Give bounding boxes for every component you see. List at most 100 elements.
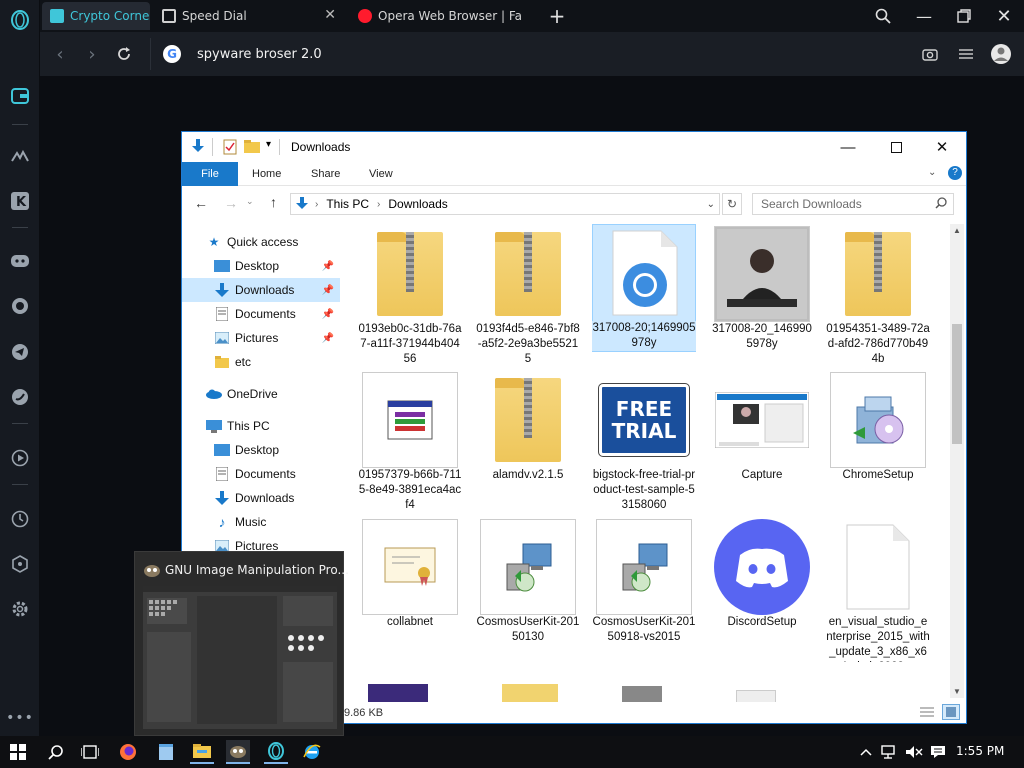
snapshot-camera-icon[interactable] <box>918 42 942 66</box>
minimize-icon[interactable]: — <box>828 136 868 158</box>
forward-arrow-icon[interactable]: → <box>224 195 238 211</box>
gimp-icon[interactable] <box>226 740 250 764</box>
reload-icon[interactable] <box>112 42 136 66</box>
discord-icon[interactable] <box>8 249 32 273</box>
ribbon-tab-share[interactable]: Share <box>311 162 340 186</box>
chevron-down-icon[interactable]: ⌄ <box>707 199 715 210</box>
settings-gear-icon[interactable] <box>8 597 32 621</box>
file-explorer-icon[interactable] <box>190 740 214 764</box>
tab-speed-dial[interactable]: Speed Dial ✕ <box>154 2 344 30</box>
taskbar-clock[interactable]: 1:55 PM <box>956 744 1004 758</box>
address-bar[interactable]: G spyware broser 2.0 <box>150 38 910 70</box>
opera-gx-icon[interactable] <box>264 740 288 764</box>
scroll-down-icon[interactable]: ▼ <box>953 687 961 696</box>
nav-downloads[interactable]: Downloads 📌 <box>182 278 340 302</box>
file-item[interactable]: CosmosUserKit-20150130 <box>476 519 580 645</box>
scrollbar-thumb[interactable] <box>952 324 962 444</box>
nav-this-pc[interactable]: This PC <box>182 414 340 438</box>
file-item[interactable]: alamdv.v2.1.5 <box>476 372 580 483</box>
ribbon-tab-home[interactable]: Home <box>252 162 281 186</box>
minimize-icon[interactable]: — <box>912 4 936 28</box>
nav-onedrive[interactable]: OneDrive <box>182 382 340 406</box>
player-icon[interactable] <box>8 446 32 470</box>
close-window-icon[interactable]: ✕ <box>992 4 1016 28</box>
extensions-cube-icon[interactable] <box>8 552 32 576</box>
telegram-icon[interactable] <box>8 340 32 364</box>
new-tab-plus-icon[interactable]: + <box>545 4 569 28</box>
vertical-scrollbar[interactable]: ▲ ▼ <box>950 224 964 698</box>
easy-setup-icon[interactable] <box>954 42 978 66</box>
pin-icon[interactable]: 📌 <box>322 261 334 272</box>
file-item[interactable]: DiscordSetup <box>710 519 814 630</box>
forward-icon[interactable]: › <box>80 42 104 66</box>
search-tabs-icon[interactable] <box>871 4 895 28</box>
back-icon[interactable]: ‹ <box>48 42 72 66</box>
opera-logo-icon[interactable] <box>8 8 32 32</box>
nav-documents[interactable]: Documents 📌 <box>182 302 340 326</box>
search-input[interactable]: Search Downloads <box>752 193 954 215</box>
nav-etc[interactable]: etc <box>182 350 340 374</box>
file-item[interactable]: 01954351-3489-72ad-afd2-786d770b494b <box>826 226 930 367</box>
crypto-wallet-icon[interactable] <box>8 84 32 108</box>
k-app-icon[interactable]: K <box>8 189 32 213</box>
close-icon[interactable]: ✕ <box>922 136 962 158</box>
file-item[interactable]: Capture <box>710 372 814 483</box>
mountains-icon[interactable] <box>8 144 32 168</box>
file-item[interactable]: 01957379-b66b-7115-8e49-3891eca4acf4 <box>358 372 462 513</box>
windows-start-icon[interactable] <box>6 740 30 764</box>
large-icons-view-icon[interactable] <box>942 704 960 720</box>
file-item[interactable]: FREE TRIAL bigstock-free-trial-product-t… <box>592 372 696 513</box>
notification-icon[interactable] <box>926 740 950 764</box>
maximize-icon[interactable] <box>876 136 916 158</box>
breadcrumb-downloads[interactable]: Downloads <box>388 197 447 211</box>
task-view-icon[interactable] <box>78 740 102 764</box>
file-item[interactable]: 0193eb0c-31db-76a7-a11f-371944b40456 <box>358 226 462 367</box>
refresh-icon[interactable]: ↻ <box>722 193 742 215</box>
pin-icon[interactable]: 📌 <box>322 309 334 320</box>
ribbon-tab-file[interactable]: File <box>182 162 238 186</box>
file-item-selected[interactable]: 317008-20;1469905978y <box>592 224 696 352</box>
firefox-icon[interactable] <box>116 740 140 764</box>
scroll-up-icon[interactable]: ▲ <box>953 226 961 235</box>
tab-crypto-corner[interactable]: Crypto Corner <box>42 2 150 30</box>
profile-avatar-icon[interactable] <box>989 42 1013 66</box>
chevron-right-icon[interactable]: › <box>377 199 380 210</box>
close-tab-icon[interactable]: ✕ <box>324 7 336 23</box>
search-icon[interactable] <box>44 740 68 764</box>
file-item[interactable]: en_visual_studio_enterprise_2015_with_up… <box>826 519 930 662</box>
whatsapp-icon[interactable] <box>8 294 32 318</box>
chevron-up-icon[interactable] <box>854 740 878 764</box>
chevron-right-icon[interactable]: › <box>315 199 318 210</box>
recent-locations-icon[interactable]: ⌄ <box>246 196 254 207</box>
customize-toolbar-icon[interactable]: ▾ <box>266 139 271 150</box>
nav-quick-access[interactable]: ★ Quick access <box>182 230 340 254</box>
history-clock-icon[interactable] <box>8 507 32 531</box>
nav-desktop[interactable]: Desktop 📌 <box>182 254 340 278</box>
nav-pc-downloads[interactable]: Downloads <box>182 486 340 510</box>
expand-ribbon-icon[interactable]: ⌄ <box>928 167 936 178</box>
up-arrow-icon[interactable]: ↑ <box>270 194 277 210</box>
notepad-icon[interactable] <box>154 740 178 764</box>
nav-pc-documents[interactable]: Documents <box>182 462 340 486</box>
nav-music[interactable]: ♪ Music <box>182 510 340 534</box>
volume-muted-icon[interactable] <box>902 740 926 764</box>
pin-icon[interactable]: 📌 <box>322 285 334 296</box>
file-item[interactable]: 0193f4d5-e846-7bf8-a5f2-2e9a3be55215 <box>476 226 580 367</box>
more-dots-icon[interactable]: ••• <box>6 706 33 730</box>
pin-icon[interactable]: 📌 <box>322 333 334 344</box>
file-item[interactable]: CosmosUserKit-20150918-vs2015 <box>592 519 696 645</box>
new-folder-icon[interactable] <box>244 140 260 156</box>
details-view-icon[interactable] <box>920 706 934 721</box>
twitter-icon[interactable] <box>8 385 32 409</box>
restore-icon[interactable] <box>952 4 976 28</box>
address-breadcrumb[interactable]: › This PC › Downloads ⌄ <box>290 193 720 215</box>
file-item[interactable]: ChromeSetup <box>826 372 930 483</box>
file-item[interactable]: 317008-20_1469905978y <box>710 226 814 352</box>
nav-pc-desktop[interactable]: Desktop <box>182 438 340 462</box>
help-icon[interactable]: ? <box>948 166 962 180</box>
ribbon-tab-view[interactable]: View <box>369 162 393 186</box>
network-icon[interactable] <box>878 740 902 764</box>
file-item[interactable]: collabnet <box>358 519 462 630</box>
breadcrumb-this-pc[interactable]: This PC <box>326 197 369 211</box>
internet-explorer-icon[interactable] <box>300 740 324 764</box>
